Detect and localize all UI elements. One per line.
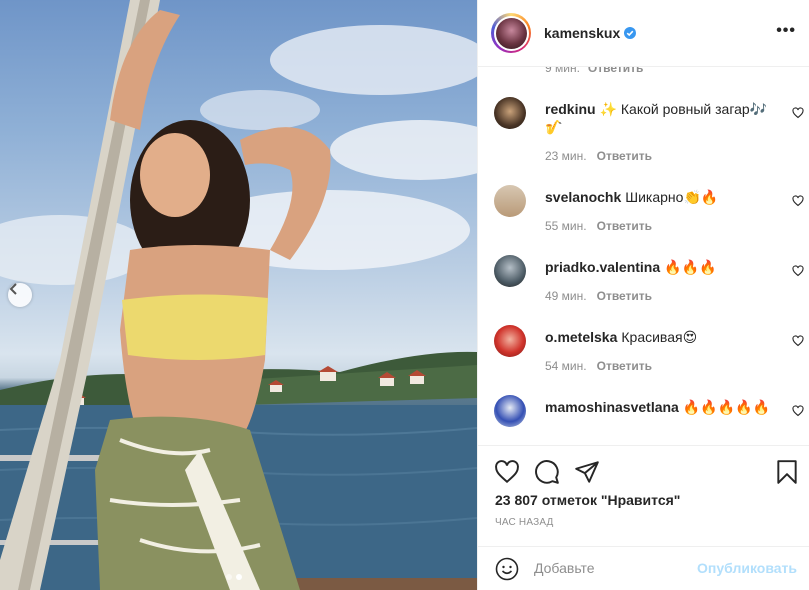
bookmark-icon[interactable] <box>774 459 800 485</box>
comment-time: 54 мин. <box>545 359 587 373</box>
commenter-avatar[interactable] <box>494 255 526 287</box>
comment-body: priadko.valentina 🔥🔥🔥 49 мин. Ответить <box>545 258 775 305</box>
post-timestamp[interactable]: ЧАС НАЗАД <box>495 517 554 528</box>
prev-photo-button[interactable] <box>8 283 32 307</box>
heart-icon[interactable] <box>792 107 804 119</box>
verified-badge-icon <box>624 27 637 39</box>
carousel-dot-active <box>236 574 242 580</box>
reply-button[interactable]: Ответить <box>597 359 652 373</box>
comments-list: 9 мин. Ответить redkinu ✨ Какой ровный заг… <box>478 67 809 445</box>
comment-meta: 49 мин. Ответить <box>545 287 775 305</box>
comment-meta: 23 мин. Ответить <box>545 147 775 165</box>
post-actions: 23 807 отметок "Нравится" ЧАС НАЗАД <box>478 445 809 546</box>
commenter-username[interactable]: redkinu <box>545 101 596 117</box>
commenter-avatar[interactable] <box>494 97 526 129</box>
comment-time: 9 мин. <box>545 67 580 75</box>
commenter-username[interactable]: svelanochk <box>545 189 621 205</box>
comment-time: 49 мин. <box>545 289 587 303</box>
author-avatar[interactable] <box>491 13 531 53</box>
post-header: kamenskux ••• <box>478 0 809 67</box>
heart-icon[interactable] <box>792 335 804 347</box>
comment-time: 23 мин. <box>545 149 587 163</box>
emoji-icon[interactable] <box>495 557 519 581</box>
post-photo[interactable] <box>0 0 477 590</box>
comment-time: 55 мин. <box>545 219 587 233</box>
heart-icon[interactable] <box>792 405 804 417</box>
comment-meta-partial: 9 мин. Ответить <box>545 67 643 75</box>
commenter-avatar[interactable] <box>494 185 526 217</box>
comment-meta: 55 мин. Ответить <box>545 217 775 235</box>
likes-count[interactable]: 23 807 отметок "Нравится" <box>495 492 680 508</box>
comment-body: o.metelska Красивая😍 54 мин. Ответить <box>545 328 775 375</box>
commenter-username[interactable]: priadko.valentina <box>545 259 660 275</box>
add-comment-bar: Добавьте Опубликовать <box>478 546 809 590</box>
chevron-left-icon <box>9 283 17 295</box>
photo-illustration <box>0 0 477 590</box>
publish-button[interactable]: Опубликовать <box>697 560 797 576</box>
reply-button[interactable]: Ответить <box>597 219 652 233</box>
reply-button[interactable]: Ответить <box>588 67 643 75</box>
commenter-username[interactable]: o.metelska <box>545 329 617 345</box>
commenter-avatar[interactable] <box>494 325 526 357</box>
comment-body: svelanochk Шикарно👏🔥 55 мин. Ответить <box>545 188 775 235</box>
author-username[interactable]: kamenskux <box>544 25 620 41</box>
share-icon[interactable] <box>574 459 600 485</box>
comment-text: 🔥🔥🔥 <box>664 259 717 275</box>
comment-text: 🔥🔥🔥🔥🔥 <box>682 399 771 415</box>
carousel-dot <box>226 574 232 580</box>
heart-icon[interactable] <box>494 459 520 485</box>
more-options-icon[interactable]: ••• <box>776 22 796 40</box>
avatar-inner <box>493 15 529 51</box>
comment-icon[interactable] <box>534 459 560 485</box>
comment-text: Шикарно👏🔥 <box>625 189 719 205</box>
comment-text: Красивая😍 <box>621 329 698 345</box>
post-side-panel: kamenskux ••• 9 мин. Ответить redkinu ✨ Ка… <box>477 0 809 590</box>
heart-icon[interactable] <box>792 195 804 207</box>
heart-icon[interactable] <box>792 265 804 277</box>
commenter-username[interactable]: mamoshinasvetlana <box>545 399 679 415</box>
comment-body: mamoshinasvetlana 🔥🔥🔥🔥🔥 <box>545 398 775 416</box>
avatar-image <box>495 17 527 49</box>
reply-button[interactable]: Ответить <box>597 149 652 163</box>
comment-body: redkinu ✨ Какой ровный загар🎶🎷 23 мин. Отв… <box>545 100 775 165</box>
reply-button[interactable]: Ответить <box>597 289 652 303</box>
commenter-avatar[interactable] <box>494 395 526 427</box>
comment-input[interactable]: Добавьте <box>534 560 595 576</box>
carousel-indicator <box>226 574 242 580</box>
comment-meta: 54 мин. Ответить <box>545 357 775 375</box>
